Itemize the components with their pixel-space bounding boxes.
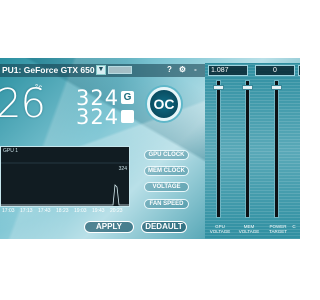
oc-button[interactable]: OC <box>147 87 181 121</box>
gpu-clock-button[interactable]: GPU CLOCK <box>144 150 189 160</box>
label-line: VOLTAGE <box>238 229 260 234</box>
graph-title: GPU 1 <box>3 148 19 154</box>
apply-button[interactable]: APPLY <box>84 221 134 233</box>
label-line: TARGET <box>269 229 287 234</box>
settings-icon[interactable]: ⚙ <box>178 65 187 75</box>
overclock-panel: PU1: GeForce GTX 650 Ti ▼ ? ⚙ - × 26 °c … <box>0 58 300 239</box>
graph-plot <box>1 162 129 206</box>
power-target-value[interactable]: 1 <box>298 65 300 76</box>
gpu-voltage-value[interactable]: 1.087 <box>208 65 248 76</box>
monitoring-graph: GPU 1 324 <box>0 146 130 207</box>
partial-label: C <box>292 224 296 229</box>
slider-handle[interactable] <box>242 84 253 90</box>
voltage-button[interactable]: VOLTAGE <box>144 182 189 192</box>
memory-clock-badge <box>121 110 134 123</box>
window-title: PU1: GeForce GTX 650 Ti <box>2 65 105 75</box>
power-target-slider[interactable] <box>271 80 282 218</box>
time-tick: 20:23 <box>110 208 123 214</box>
mem-voltage-slider[interactable] <box>242 80 253 218</box>
help-icon[interactable]: ? <box>165 65 174 75</box>
gpu-select-dropdown[interactable]: ▼ <box>96 65 106 75</box>
time-tick: 19:43 <box>92 208 105 214</box>
voltage-panel: 1.087 0 1 GPU VOLTAGE MEM VOLTAGE POWER … <box>205 63 300 239</box>
fan-speed-button[interactable]: FAN SPEED <box>144 199 189 209</box>
mem-voltage-value[interactable]: 0 <box>255 65 295 76</box>
time-tick: 17:03 <box>2 208 15 214</box>
default-button[interactable]: DEDAULT <box>141 221 187 233</box>
minimize-icon[interactable]: - <box>191 65 200 75</box>
graph-series-line <box>1 184 129 206</box>
graph-max-label: 324 <box>118 166 127 172</box>
memory-clock-value: 324 <box>76 105 120 129</box>
slider-handle[interactable] <box>213 84 224 90</box>
time-tick: 18:23 <box>56 208 69 214</box>
time-tick: 17:43 <box>38 208 51 214</box>
time-tick: 19:03 <box>74 208 87 214</box>
gpu-voltage-label: GPU VOLTAGE <box>205 224 235 234</box>
temperature-unit: °c <box>35 83 43 92</box>
graph-time-axis: 17:03 17:13 17:43 18:23 19:03 19:43 20:2… <box>0 208 130 216</box>
title-bar: PU1: GeForce GTX 650 Ti ▼ ? ⚙ - × <box>0 64 211 77</box>
slider-handle[interactable] <box>271 84 282 90</box>
mem-voltage-label: MEM VOLTAGE <box>234 224 264 234</box>
gpu-voltage-slider[interactable] <box>213 80 224 218</box>
label-line: VOLTAGE <box>209 229 231 234</box>
mem-clock-button[interactable]: MEM CLOCK <box>144 166 189 176</box>
core-clock-badge: G <box>121 91 134 104</box>
time-tick: 17:13 <box>20 208 33 214</box>
gpu-select-field[interactable] <box>108 66 132 74</box>
